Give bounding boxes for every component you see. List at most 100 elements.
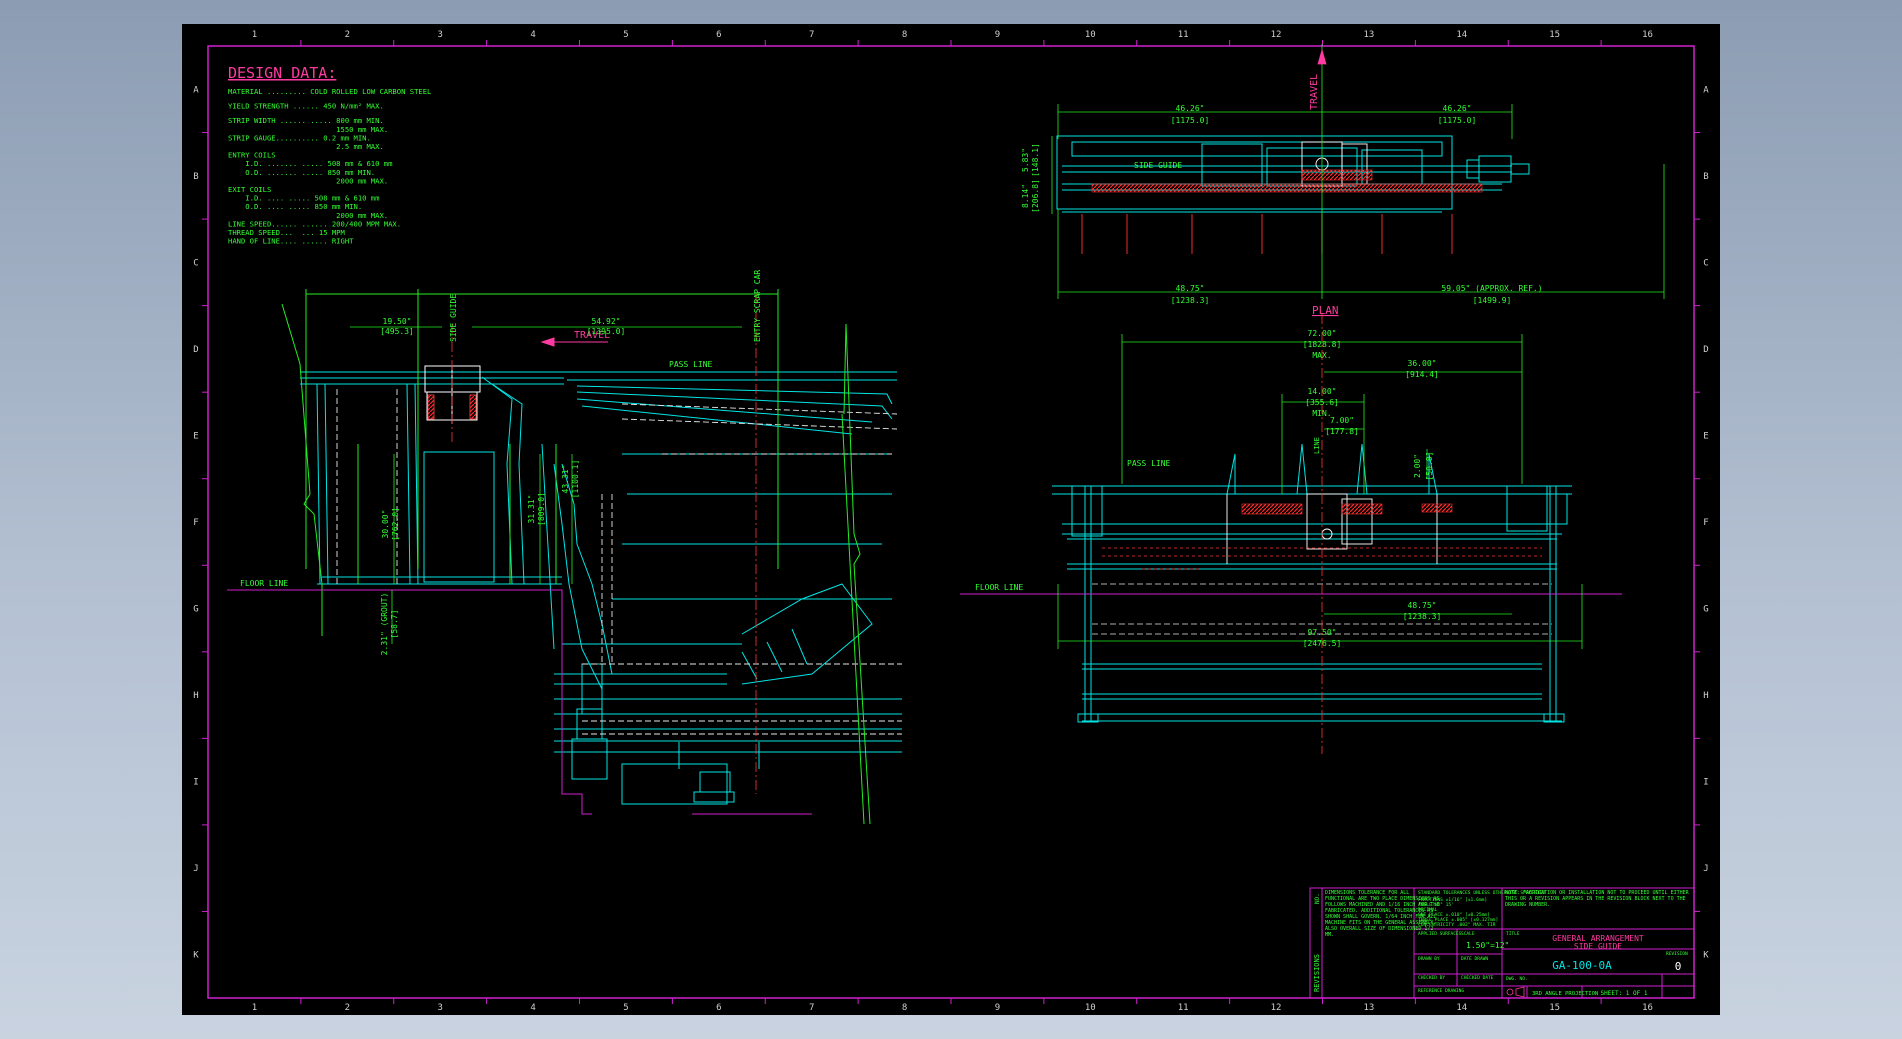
- title-label: TITLE: [1506, 931, 1520, 937]
- side-guide-label: SIDE GUIDE: [449, 294, 458, 342]
- zone-column-label: 13: [1364, 30, 1375, 40]
- zone-column-label: 7: [809, 1003, 814, 1013]
- plan-view: TRAVEL SIDE GUIDE PLAN 46.26" [1175.0] 4…: [1021, 44, 1665, 317]
- zone-column-label: 14: [1456, 1003, 1467, 1013]
- cad-drawing-canvas: 1122334455667788991010111112121313141415…: [193, 30, 1709, 1013]
- elev-dim-2-metric: [914.4]: [1405, 370, 1439, 379]
- zone-column-label: 1: [252, 1003, 257, 1013]
- zone-column-label: 3: [437, 1003, 442, 1013]
- plan-dim-6: 8.14": [1021, 184, 1030, 208]
- zone-row-label: K: [193, 951, 199, 961]
- side-dim-1-metric: [495.3]: [380, 327, 414, 336]
- zone-row-label: A: [1703, 85, 1709, 95]
- plan-dim-5-metric: [148.1]: [1031, 143, 1040, 177]
- side-guide-label-plan: SIDE GUIDE: [1134, 161, 1182, 170]
- zone-row-label: J: [1703, 864, 1708, 874]
- revision-value: 0: [1675, 960, 1682, 973]
- zone-row-label: B: [193, 172, 198, 182]
- zone-row-label: B: [1703, 172, 1708, 182]
- date-drawn-label: DATE DRAWN: [1461, 956, 1488, 962]
- zone-row-label: J: [193, 864, 198, 874]
- zone-column-label: 8: [902, 30, 907, 40]
- design-data-line: MATERIAL ......... COLD ROLLED LOW CARBO…: [228, 87, 431, 96]
- zone-column-label: 14: [1456, 30, 1467, 40]
- tolerance-note-line: MM.: [1325, 932, 1334, 938]
- fabrication-note-line: DRAWING NUMBER.: [1505, 902, 1550, 908]
- zone-column-label: 11: [1178, 30, 1189, 40]
- zone-row-label: I: [193, 778, 198, 788]
- zone-row-label: G: [1703, 605, 1708, 615]
- zone-column-label: 1: [252, 30, 257, 40]
- pass-line-label-elev: PASS LINE: [1127, 459, 1171, 468]
- plan-dim-2-metric: [1175.0]: [1438, 116, 1477, 125]
- zone-row-label: E: [1703, 431, 1708, 441]
- end-elevation-view: PASS LINE FLOOR LINE LINE 72.00" [1828.8…: [960, 314, 1622, 754]
- zone-column-label: 16: [1642, 30, 1653, 40]
- side-dim-2: 54.92": [592, 317, 621, 326]
- elev-dim-3: 14.00": [1308, 387, 1337, 396]
- side-dim-6: 2.31" (GROUT): [380, 593, 389, 656]
- zone-row-label: C: [193, 258, 198, 268]
- zone-row-label: D: [193, 345, 198, 355]
- zone-column-label: 10: [1085, 1003, 1096, 1013]
- zone-row-label: C: [1703, 258, 1708, 268]
- zone-column-label: 2: [345, 1003, 350, 1013]
- zone-column-label: 5: [623, 30, 628, 40]
- zone-column-label: 7: [809, 30, 814, 40]
- plan-dim-1: 46.26": [1176, 104, 1205, 113]
- zone-labels: 1122334455667788991010111112121313141415…: [193, 30, 1709, 1013]
- plan-dim-6-metric: [206.8]: [1031, 179, 1040, 213]
- plan-dim-5: 5.83": [1021, 148, 1030, 172]
- zone-row-label: F: [1703, 518, 1708, 528]
- elev-dim-3-metric: [355.6]: [1305, 398, 1339, 407]
- no-label: NO.: [1314, 893, 1321, 904]
- plan-label: PLAN: [1312, 304, 1339, 317]
- plan-dim-4: 59.05" (APPROX. REF.): [1441, 284, 1542, 293]
- design-data-title: DESIGN DATA:: [228, 64, 336, 82]
- elev-dim-4: 7.00": [1330, 416, 1354, 425]
- zone-column-label: 3: [437, 30, 442, 40]
- zone-column-label: 6: [716, 30, 721, 40]
- elev-dim-5-metric: [50.8]: [1425, 452, 1434, 481]
- checked-by-label: CHECKED BY: [1418, 975, 1445, 981]
- zone-column-label: 15: [1549, 1003, 1560, 1013]
- design-data-block: DESIGN DATA: MATERIAL ......... COLD ROL…: [228, 64, 431, 246]
- elev-dim-4-metric: [177.8]: [1325, 427, 1359, 436]
- elev-dim-6-metric: [1238.3]: [1403, 612, 1442, 621]
- side-dim-1: 19.50": [383, 317, 412, 326]
- elev-dim-7: 97.50": [1308, 628, 1337, 637]
- checked-date-label: CHECKED DATE: [1461, 975, 1494, 981]
- zone-row-label: G: [193, 605, 198, 615]
- elev-dim-1: 72.00": [1308, 329, 1337, 338]
- zone-row-label: E: [193, 431, 198, 441]
- plan-dim-4-metric: [1499.9]: [1473, 296, 1512, 305]
- tolerance-list: FRACTIONS ±1/16" [±1.6mm]ANGLE ±0° 15'DE…: [1418, 897, 1498, 928]
- side-dim-5: 43.31": [561, 465, 570, 494]
- side-dim-3-metric: [762.0]: [391, 507, 400, 541]
- zone-column-label: 9: [995, 30, 1000, 40]
- side-dim-4-metric: [809.0]: [537, 492, 546, 526]
- floor-line-label-side: FLOOR LINE: [240, 579, 288, 588]
- zone-column-label: 13: [1364, 1003, 1375, 1013]
- zone-column-label: 6: [716, 1003, 721, 1013]
- design-data-lines: MATERIAL ......... COLD ROLLED LOW CARBO…: [228, 87, 431, 246]
- scale-label: SCALE: [1461, 931, 1475, 937]
- plan-dim-1-metric: [1175.0]: [1171, 116, 1210, 125]
- travel-label-plan: TRAVEL: [1309, 74, 1320, 110]
- zone-row-label: D: [1703, 345, 1708, 355]
- plan-dim-2: 46.26": [1443, 104, 1472, 113]
- side-dim-4: 31.31": [527, 495, 536, 524]
- tolerance-line: CONCENTRICITY .002" MAX. TIR: [1418, 922, 1496, 928]
- zone-column-label: 8: [902, 1003, 907, 1013]
- reference-drawing-label: REFERENCE DRAWING: [1418, 988, 1464, 994]
- pass-line-label-side: PASS LINE: [669, 360, 713, 369]
- sheet-label: SHEET: 1 OF 1: [1601, 990, 1648, 997]
- plan-dim-3-metric: [1238.3]: [1171, 296, 1210, 305]
- elev-dim-7-metric: [2476.5]: [1303, 639, 1342, 648]
- projection-label: 3RD ANGLE PROJECTION: [1532, 991, 1598, 997]
- design-data-line: YIELD STRENGTH ...... 450 N/mm² MAX.: [228, 102, 384, 111]
- zone-column-label: 11: [1178, 1003, 1189, 1013]
- dwg-no-label: DWG. NO.: [1506, 976, 1528, 982]
- zone-column-label: 16: [1642, 1003, 1653, 1013]
- zone-column-label: 4: [530, 30, 535, 40]
